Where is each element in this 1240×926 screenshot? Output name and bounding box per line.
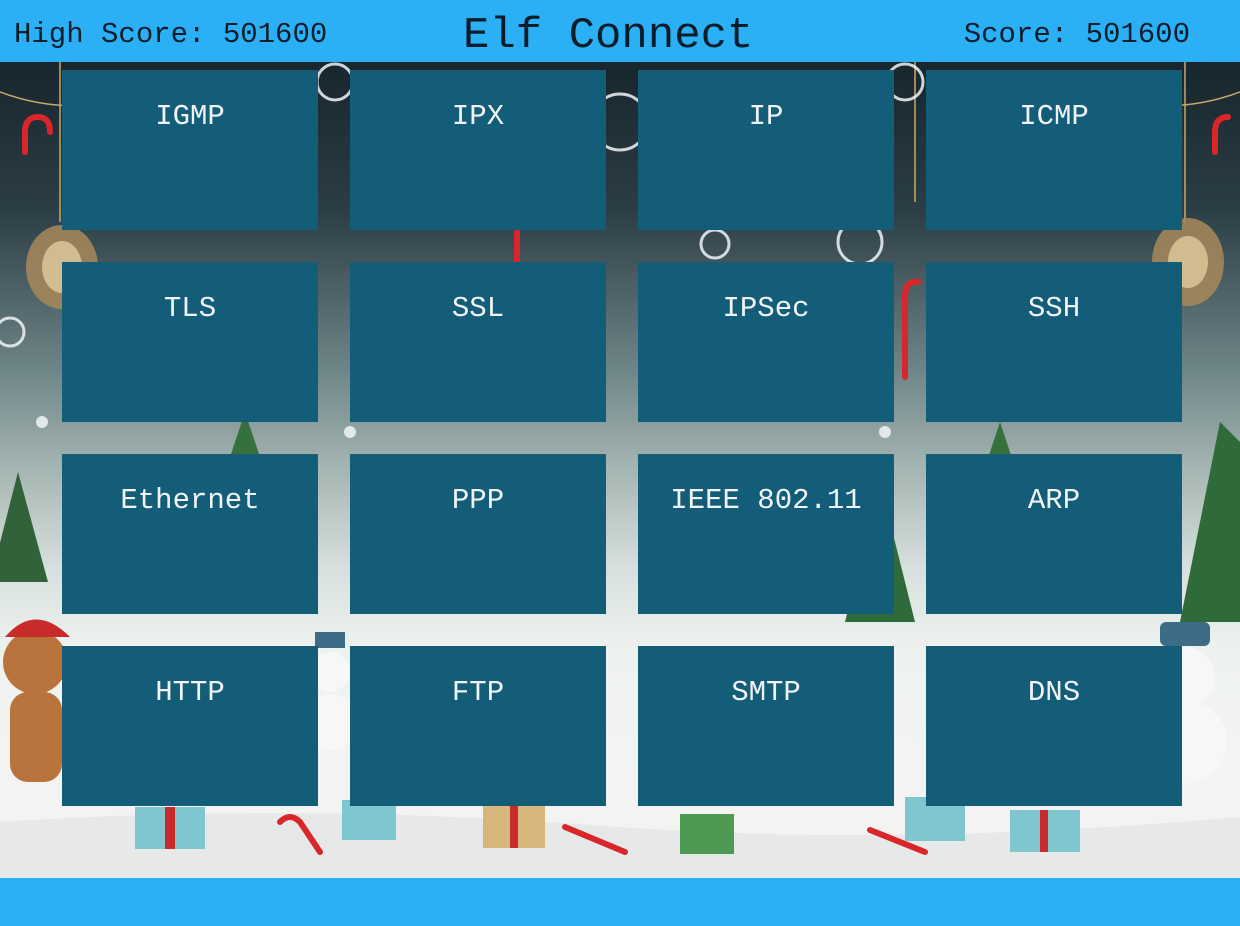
word-tile-ip[interactable]: IP bbox=[638, 70, 894, 230]
high-score-label: High Score: 501600 bbox=[14, 18, 328, 51]
word-tile-smtp[interactable]: SMTP bbox=[638, 646, 894, 806]
word-tile-ssl[interactable]: SSL bbox=[350, 262, 606, 422]
word-tile-ieee-80211[interactable]: IEEE 802.11 bbox=[638, 454, 894, 614]
gingerbread-icon bbox=[3, 619, 70, 782]
word-tile-ipx[interactable]: IPX bbox=[350, 70, 606, 230]
word-tile-dns[interactable]: DNS bbox=[926, 646, 1182, 806]
word-tile-ipsec[interactable]: IPSec bbox=[638, 262, 894, 422]
word-tile-ssh[interactable]: SSH bbox=[926, 262, 1182, 422]
header-bar: High Score: 501600 Elf Connect Score: 50… bbox=[0, 0, 1240, 62]
word-tile-arp[interactable]: ARP bbox=[926, 454, 1182, 614]
word-tile-icmp[interactable]: ICMP bbox=[926, 70, 1182, 230]
word-tile-igmp[interactable]: IGMP bbox=[62, 70, 318, 230]
score-label: Score: 501600 bbox=[963, 18, 1190, 51]
game-window: High Score: 501600 Elf Connect Score: 50… bbox=[0, 0, 1240, 926]
word-tile-ppp[interactable]: PPP bbox=[350, 454, 606, 614]
word-tile-ftp[interactable]: FTP bbox=[350, 646, 606, 806]
word-tile-http[interactable]: HTTP bbox=[62, 646, 318, 806]
footer-bar bbox=[0, 878, 1240, 926]
game-title: Elf Connect bbox=[463, 11, 754, 61]
word-tile-ethernet[interactable]: Ethernet bbox=[62, 454, 318, 614]
word-tile-tls[interactable]: TLS bbox=[62, 262, 318, 422]
